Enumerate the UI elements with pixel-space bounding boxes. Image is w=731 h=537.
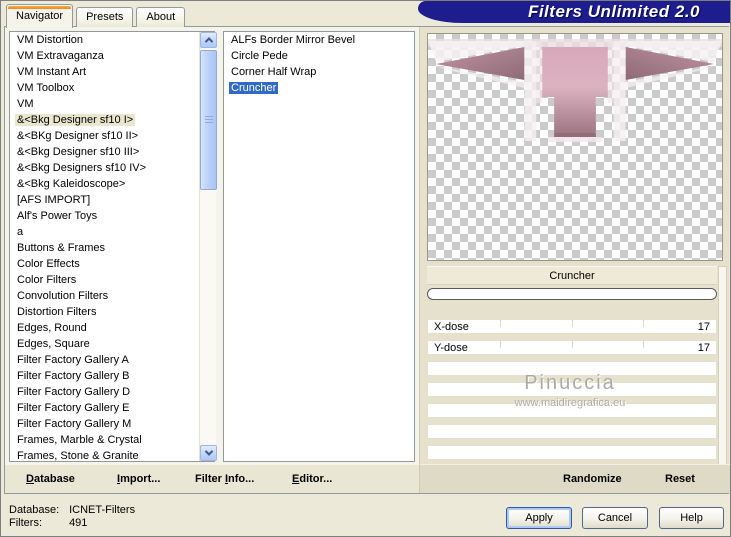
database-label: Database:	[9, 504, 60, 516]
slider-row-empty[interactable]	[427, 361, 717, 376]
category-item[interactable]: VM Instant Art	[10, 64, 197, 80]
category-item[interactable]: Alf's Power Toys	[10, 208, 197, 224]
parameter-scrollbar[interactable]	[718, 266, 727, 486]
filters-unlimited-dialog: Filters Unlimited 2.0 Navigator Presets …	[0, 0, 731, 537]
category-item[interactable]: VM Toolbox	[10, 80, 197, 96]
category-item[interactable]: Edges, Square	[10, 336, 197, 352]
slider-row-y-dose[interactable]: Y-dose 17	[427, 340, 717, 355]
status-database: Database: ICNET-Filters	[9, 504, 135, 516]
chevron-up-icon	[204, 37, 213, 46]
database-button[interactable]: Database	[26, 473, 75, 485]
category-item[interactable]: &<Bkg Designers sf10 IV>	[10, 160, 197, 176]
category-item[interactable]: &<Bkg Kaleidoscope>	[10, 176, 197, 192]
slider-value: 17	[697, 321, 710, 333]
preview-panel: Cruncher X-dose 17 Y-dose 17 Pinuccia www.m…	[419, 27, 730, 493]
category-item[interactable]: VM	[10, 96, 197, 112]
slider-row-x-dose[interactable]: X-dose 17	[427, 319, 717, 334]
filters-label: Filters:	[9, 517, 42, 529]
category-item[interactable]: &<Bkg Designer sf10 III>	[10, 144, 197, 160]
category-item[interactable]: [AFS IMPORT]	[10, 192, 197, 208]
help-button[interactable]: Help	[659, 507, 724, 529]
tab-navigator[interactable]: Navigator	[6, 4, 74, 28]
database-value: ICNET-Filters	[69, 504, 136, 516]
slider-label: Y-dose	[434, 342, 468, 354]
selected-filter-name: Cruncher	[427, 266, 717, 285]
slider-value: 17	[697, 342, 710, 354]
filter-list[interactable]: ALFs Border Mirror Bevel Circle Pede Corne…	[223, 31, 415, 462]
randomize-button[interactable]: Randomize	[563, 473, 622, 485]
reset-button[interactable]: Reset	[665, 473, 695, 485]
category-scrollbar[interactable]	[199, 32, 217, 461]
slider-label: X-dose	[434, 321, 469, 333]
category-item[interactable]: Color Effects	[10, 256, 197, 272]
filters-value: 491	[69, 517, 88, 529]
cancel-button[interactable]: Cancel	[582, 507, 648, 529]
category-item[interactable]: Edges, Round	[10, 320, 197, 336]
category-item[interactable]: Filter Factory Gallery D	[10, 384, 197, 400]
category-item[interactable]: Buttons & Frames	[10, 240, 197, 256]
apply-button[interactable]: Apply	[506, 507, 572, 529]
category-item[interactable]: &<Bkg Designer sf10 I>	[10, 112, 197, 128]
category-item[interactable]: Color Filters	[10, 272, 197, 288]
filter-item[interactable]: ALFs Border Mirror Bevel	[224, 32, 414, 48]
editor-button[interactable]: Editor...	[292, 473, 332, 485]
category-item[interactable]: Convolution Filters	[10, 288, 197, 304]
category-list[interactable]: VM Distortion VM Extravaganza VM Instant A…	[9, 31, 215, 462]
scroll-grip-icon	[205, 116, 213, 124]
category-item[interactable]: &<BKg Designer sf10 II>	[10, 128, 197, 144]
chevron-down-icon	[204, 447, 213, 456]
category-item[interactable]: Filter Factory Gallery B	[10, 368, 197, 384]
scrollbar-thumb[interactable]	[200, 50, 217, 190]
category-item[interactable]: Distortion Filters	[10, 304, 197, 320]
category-item[interactable]: a	[10, 224, 197, 240]
category-item[interactable]: Filter Factory Gallery A	[10, 352, 197, 368]
title-banner: Filters Unlimited 2.0	[418, 1, 730, 23]
scroll-down-button[interactable]	[200, 445, 217, 461]
filter-info-button[interactable]: Filter Info...	[195, 473, 254, 485]
slider-row-empty[interactable]	[427, 382, 717, 397]
navigator-page: VM Distortion VM Extravaganza VM Instant A…	[4, 26, 730, 494]
filter-item[interactable]: Corner Half Wrap	[224, 64, 414, 80]
tab-presets[interactable]: Presets	[76, 7, 134, 27]
slider-row-empty[interactable]	[427, 424, 717, 439]
category-item[interactable]: Frames, Marble & Crystal	[10, 432, 197, 448]
tab-about[interactable]: About	[136, 7, 186, 27]
app-title: Filters Unlimited 2.0	[527, 2, 700, 21]
crunched-shape	[428, 39, 722, 142]
category-item[interactable]: VM Extravaganza	[10, 48, 197, 64]
status-filters: Filters: 491	[9, 517, 87, 529]
scroll-up-button[interactable]	[200, 32, 217, 48]
slider-row-empty[interactable]	[427, 403, 717, 418]
progress-bar	[427, 288, 717, 300]
category-item[interactable]: Filter Factory Gallery E	[10, 400, 197, 416]
category-item[interactable]: Frames, Stone & Granite	[10, 448, 197, 461]
randomize-strip: Randomize Reset	[420, 464, 730, 493]
preview-image	[427, 33, 723, 261]
bottom-toolbar: Database Import... Filter Info... Editor…	[5, 464, 419, 493]
tab-bar: Navigator Presets About	[6, 3, 188, 28]
parameter-sliders: X-dose 17 Y-dose 17	[427, 319, 717, 487]
filter-item[interactable]: Circle Pede	[224, 48, 414, 64]
import-button[interactable]: Import...	[117, 473, 160, 485]
category-item[interactable]: Filter Factory Gallery M	[10, 416, 197, 432]
category-item[interactable]: VM Distortion	[10, 32, 197, 48]
filter-item[interactable]: Cruncher	[224, 80, 414, 96]
slider-row-empty[interactable]	[427, 445, 717, 460]
